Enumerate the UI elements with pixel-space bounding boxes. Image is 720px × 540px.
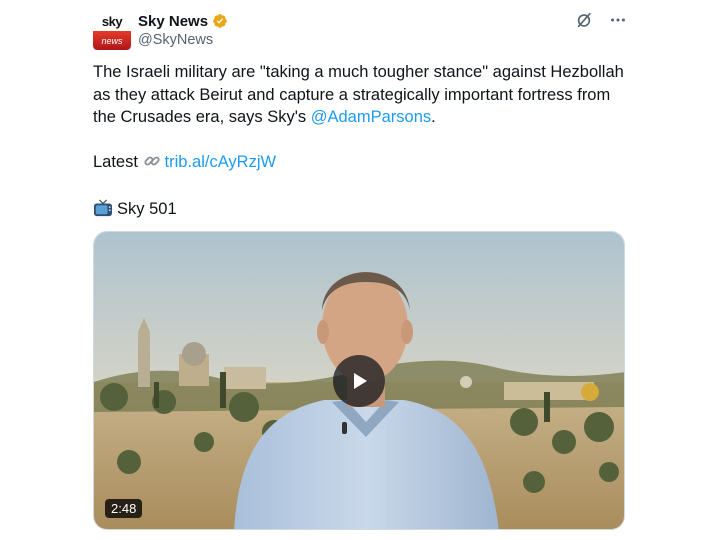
- tweet-paragraph: The Israeli military are "taking a much …: [93, 61, 633, 129]
- play-icon: [354, 372, 367, 389]
- tv-emoji-icon: [93, 199, 113, 224]
- avatar-logo-news: news: [93, 31, 131, 50]
- tweet: sky news Sky News @SkyNews The Israeli m…: [0, 0, 720, 540]
- video-duration: 2:48: [105, 499, 143, 518]
- channel-line: Sky 501: [93, 198, 633, 224]
- link-emoji-icon: [143, 152, 161, 177]
- play-button[interactable]: [333, 354, 385, 407]
- display-name[interactable]: Sky News: [138, 13, 208, 30]
- video-player[interactable]: 2:48: [93, 231, 625, 530]
- mention-link[interactable]: @AdamParsons: [311, 108, 431, 126]
- tweet-actions: [574, 10, 628, 30]
- verified-badge-icon: [213, 14, 227, 28]
- latest-line: Latest trib.al/cAyRzjW: [93, 151, 633, 177]
- more-icon[interactable]: [608, 10, 628, 30]
- avatar[interactable]: sky news: [93, 12, 131, 50]
- handle[interactable]: @SkyNews: [138, 32, 228, 48]
- latest-label: Latest: [93, 152, 143, 171]
- channel-label: Sky 501: [117, 200, 177, 218]
- tweet-text-end: .: [431, 108, 436, 126]
- tweet-text: The Israeli military are "taking a much …: [93, 61, 633, 246]
- avatar-logo-sky: sky: [93, 12, 131, 31]
- grok-icon[interactable]: [574, 10, 594, 30]
- latest-link[interactable]: trib.al/cAyRzjW: [165, 153, 277, 171]
- user-info: Sky News @SkyNews: [138, 11, 228, 48]
